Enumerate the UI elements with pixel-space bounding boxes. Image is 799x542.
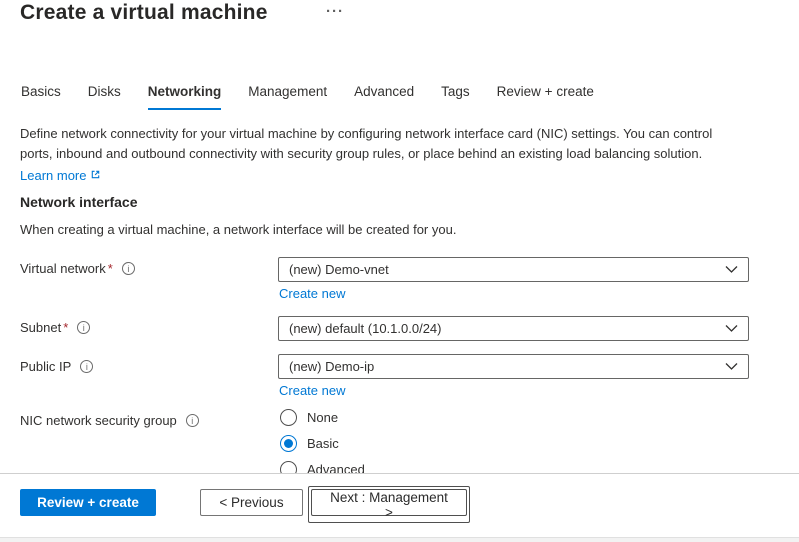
virtual-network-dropdown[interactable]: (new) Demo-vnet (278, 257, 749, 282)
subnet-label: Subnet* i (20, 320, 90, 335)
tab-advanced[interactable]: Advanced (354, 84, 414, 110)
create-vm-page: Create a virtual machine ··· Basics Disk… (0, 0, 799, 542)
public-ip-value: (new) Demo-ip (289, 359, 725, 374)
review-create-button[interactable]: Review + create (20, 489, 156, 516)
tab-tags[interactable]: Tags (441, 84, 470, 110)
footer-bar: Review + create < Previous Next : Manage… (0, 473, 799, 537)
tab-networking[interactable]: Networking (148, 84, 222, 110)
info-icon[interactable]: i (80, 360, 93, 373)
nic-nsg-label: NIC network security group i (20, 413, 199, 428)
info-icon[interactable]: i (122, 262, 135, 275)
chevron-down-icon (725, 362, 738, 371)
radio-label-basic: Basic (307, 436, 339, 451)
section-network-interface: Network interface (20, 194, 137, 210)
virtual-network-label: Virtual network* i (20, 261, 135, 276)
tab-bar: Basics Disks Networking Management Advan… (21, 84, 594, 110)
info-icon[interactable]: i (77, 321, 90, 334)
tab-management[interactable]: Management (248, 84, 327, 110)
more-options-icon[interactable]: ··· (326, 3, 344, 20)
radio-label-none: None (307, 410, 338, 425)
tab-basics[interactable]: Basics (21, 84, 61, 110)
info-icon[interactable]: i (186, 414, 199, 427)
chevron-down-icon (725, 324, 738, 333)
radio-label-advanced: Advanced (307, 462, 365, 473)
page-title: Create a virtual machine (20, 1, 268, 25)
intro-block: Define network connectivity for your vir… (20, 124, 742, 186)
main-content: Create a virtual machine ··· Basics Disk… (0, 0, 799, 473)
nic-nsg-option-none[interactable]: None (280, 409, 338, 426)
public-ip-dropdown[interactable]: (new) Demo-ip (278, 354, 749, 379)
page-bottom-strip (0, 537, 799, 542)
next-button-focus-ring: Next : Management > (308, 486, 470, 523)
intro-description: Define network connectivity for your vir… (20, 126, 712, 161)
next-management-button[interactable]: Next : Management > (311, 489, 467, 516)
public-ip-label: Public IP i (20, 359, 93, 374)
previous-button[interactable]: < Previous (200, 489, 303, 516)
learn-more-label: Learn more (20, 166, 86, 186)
subnet-value: (new) default (10.1.0.0/24) (289, 321, 725, 336)
radio-unchecked-icon[interactable] (280, 461, 297, 473)
required-asterisk: * (63, 320, 68, 335)
section-subtitle: When creating a virtual machine, a netwo… (20, 222, 456, 237)
tab-review-create[interactable]: Review + create (497, 84, 594, 110)
learn-more-link[interactable]: Learn more (20, 166, 101, 186)
required-asterisk: * (108, 261, 113, 276)
virtual-network-value: (new) Demo-vnet (289, 262, 725, 277)
radio-unchecked-icon[interactable] (280, 409, 297, 426)
external-link-icon (90, 166, 101, 186)
nic-nsg-option-basic[interactable]: Basic (280, 435, 339, 452)
chevron-down-icon (725, 265, 738, 274)
subnet-dropdown[interactable]: (new) default (10.1.0.0/24) (278, 316, 749, 341)
virtual-network-create-new-link[interactable]: Create new (279, 286, 345, 301)
tab-disks[interactable]: Disks (88, 84, 121, 110)
radio-checked-icon[interactable] (280, 435, 297, 452)
nic-nsg-option-advanced[interactable]: Advanced (280, 461, 365, 473)
public-ip-create-new-link[interactable]: Create new (279, 383, 345, 398)
